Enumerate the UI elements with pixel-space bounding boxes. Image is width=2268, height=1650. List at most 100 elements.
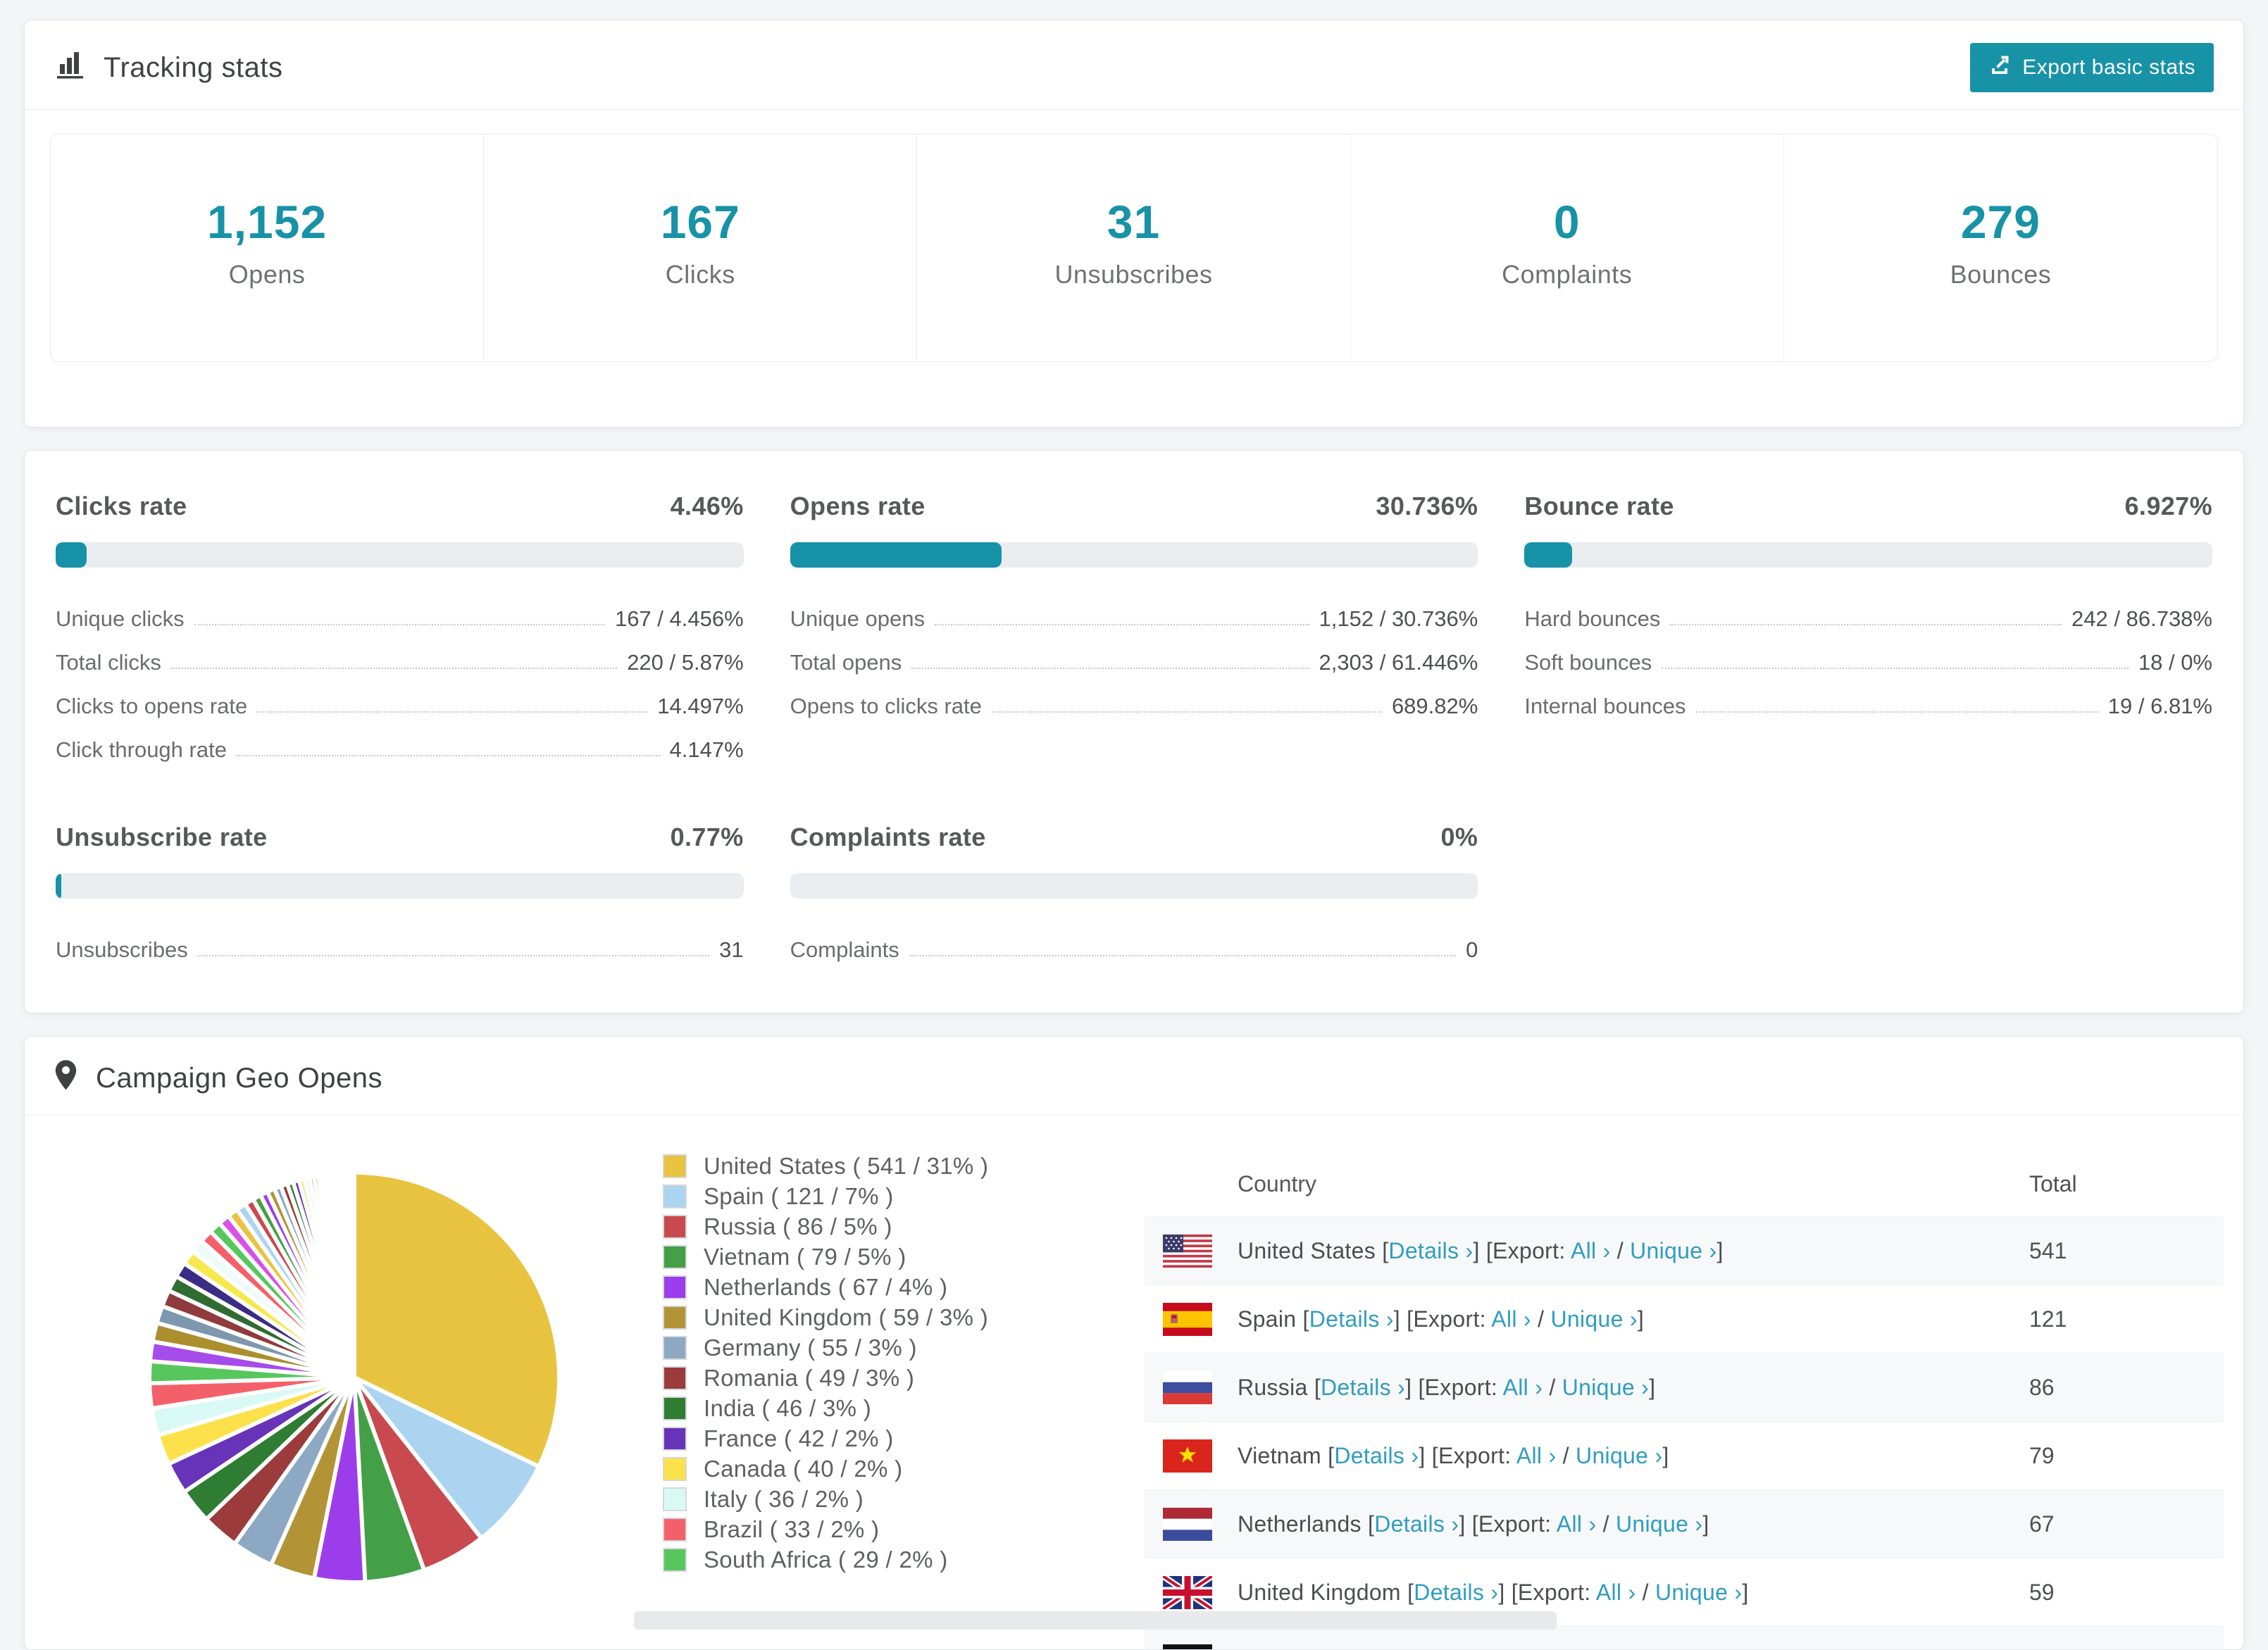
legend-item[interactable]: South Africa ( 29 / 2% ) <box>663 1544 988 1575</box>
export-unique-link[interactable]: Unique › <box>1550 1306 1637 1332</box>
export-unique-link[interactable]: Unique › <box>1562 1375 1649 1400</box>
legend-swatch <box>663 1457 687 1481</box>
export-all-link[interactable]: All › <box>1596 1580 1636 1605</box>
dotted-leader <box>1662 668 2129 669</box>
details-link[interactable]: Details › <box>1388 1238 1473 1263</box>
rate-row-value: 167 / 4.456% <box>615 606 744 632</box>
dotted-leader <box>257 711 647 713</box>
dotted-leader <box>1696 711 2098 713</box>
geo-pie-chart <box>129 1152 580 1650</box>
table-row: Germany [Details ›] [Export: All › / Uni… <box>1145 1627 2224 1650</box>
country-name: Netherlands <box>1238 1511 1362 1537</box>
stat-label: Clicks <box>484 260 916 289</box>
stat-value: 1,152 <box>51 195 483 249</box>
export-all-link[interactable]: All › <box>1491 1306 1531 1332</box>
legend-label: Vietnam ( 79 / 5% ) <box>704 1244 906 1270</box>
stat-label: Bounces <box>1784 260 2217 289</box>
page-title: Tracking stats <box>104 52 282 84</box>
progress-bar <box>790 873 1478 899</box>
geo-table-header-row: Country Total <box>1145 1152 2224 1217</box>
export-icon <box>1988 54 2011 82</box>
rate-row: Complaints0 <box>790 928 1478 972</box>
geo-legend: United States ( 541 / 31% )Spain ( 121 /… <box>663 1151 988 1650</box>
export-unique-link[interactable]: Unique › <box>1586 1648 1673 1650</box>
divider <box>25 109 2243 110</box>
details-link[interactable]: Details › <box>1321 1375 1405 1400</box>
stat-label: Complaints <box>1351 260 1783 289</box>
export-all-link[interactable]: All › <box>1571 1238 1611 1263</box>
flag-us <box>1163 1235 1212 1268</box>
legend-item[interactable]: Spain ( 121 / 7% ) <box>663 1181 988 1211</box>
rate-row-label: Total opens <box>790 650 902 675</box>
export-all-link[interactable]: All › <box>1527 1648 1567 1650</box>
export-unique-link[interactable]: Unique › <box>1616 1511 1702 1537</box>
legend-item[interactable]: Vietnam ( 79 / 5% ) <box>663 1242 988 1272</box>
export-basic-stats-button[interactable]: Export basic stats <box>1970 43 2214 92</box>
country-total: 55 <box>2029 1648 2205 1650</box>
legend-label: Canada ( 40 / 2% ) <box>704 1456 902 1482</box>
details-link[interactable]: Details › <box>1309 1306 1394 1332</box>
rate-header: Opens rate30.736% <box>790 492 1478 521</box>
legend-swatch <box>663 1487 687 1511</box>
stat-value: 167 <box>484 195 916 249</box>
legend-item[interactable]: Italy ( 36 / 2% ) <box>663 1484 988 1514</box>
rate-rows: Hard bounces242 / 86.738%Soft bounces18 … <box>1524 597 2212 728</box>
rate-value: 6.927% <box>2125 492 2213 521</box>
legend-item[interactable]: France ( 42 / 2% ) <box>663 1423 988 1454</box>
rates-card: Clicks rate4.46%Unique clicks167 / 4.456… <box>24 450 2244 1013</box>
export-unique-link[interactable]: Unique › <box>1576 1443 1662 1468</box>
export-unique-link[interactable]: Unique › <box>1630 1238 1716 1263</box>
legend-item[interactable]: Germany ( 55 / 3% ) <box>663 1332 988 1363</box>
legend-item[interactable]: Romania ( 49 / 3% ) <box>663 1363 988 1393</box>
rate-row-value: 4.147% <box>670 737 744 763</box>
export-all-link[interactable]: All › <box>1557 1511 1597 1537</box>
legend-swatch <box>663 1366 687 1390</box>
progress-bar-fill <box>56 873 61 899</box>
progress-bar <box>56 542 744 568</box>
table-row: Vietnam [Details ›] [Export: All › / Uni… <box>1145 1422 2224 1490</box>
geo-opens-title-row: Campaign Geo Opens <box>54 1059 382 1098</box>
table-row: United States [Details ›] [Export: All ›… <box>1145 1217 2224 1285</box>
rate-block: Complaints rate0%Complaints0 <box>790 823 1478 972</box>
legend-swatch <box>663 1185 687 1208</box>
rate-value: 0% <box>1440 823 1478 852</box>
rate-row-label: Soft bounces <box>1524 650 1652 675</box>
rate-rows: Unique opens1,152 / 30.736%Total opens2,… <box>790 597 1478 728</box>
rates-grid: Clicks rate4.46%Unique clicks167 / 4.456… <box>56 492 2212 972</box>
details-link[interactable]: Details › <box>1334 1443 1419 1468</box>
rate-row: Clicks to opens rate14.497% <box>56 685 744 728</box>
details-link[interactable]: Details › <box>1414 1580 1498 1605</box>
rate-block: Bounce rate6.927%Hard bounces242 / 86.73… <box>1524 492 2212 772</box>
rate-row: Internal bounces19 / 6.81% <box>1524 685 2212 728</box>
progress-bar <box>790 542 1478 568</box>
stat-cell: 0Complaints <box>1351 135 1784 361</box>
legend-swatch <box>663 1245 687 1269</box>
table-row: Russia [Details ›] [Export: All › / Uniq… <box>1145 1354 2224 1422</box>
rate-row-label: Click through rate <box>56 737 227 763</box>
dotted-leader <box>911 668 1309 669</box>
geo-opens-header: Campaign Geo Opens <box>25 1037 2243 1115</box>
legend-label: Russia ( 86 / 5% ) <box>704 1213 892 1240</box>
legend-item[interactable]: Russia ( 86 / 5% ) <box>663 1211 988 1242</box>
details-link[interactable]: Details › <box>1374 1511 1459 1537</box>
legend-label: United Kingdom ( 59 / 3% ) <box>704 1304 988 1331</box>
rate-row-label: Unique opens <box>790 606 925 632</box>
rate-row-value: 220 / 5.87% <box>627 650 743 675</box>
legend-item[interactable]: United States ( 541 / 31% ) <box>663 1151 988 1181</box>
legend-item[interactable]: Brazil ( 33 / 2% ) <box>663 1514 988 1544</box>
legend-item[interactable]: United Kingdom ( 59 / 3% ) <box>663 1302 988 1332</box>
flag-gb <box>1163 1576 1212 1609</box>
progress-bar-fill <box>1524 542 1572 568</box>
legend-item[interactable]: India ( 46 / 3% ) <box>663 1393 988 1423</box>
legend-item[interactable]: Canada ( 40 / 2% ) <box>663 1454 988 1484</box>
rate-rows: Unique clicks167 / 4.456%Total clicks220… <box>56 597 744 772</box>
rate-row-value: 2,303 / 61.446% <box>1319 650 1478 675</box>
legend-item[interactable]: Netherlands ( 67 / 4% ) <box>663 1272 988 1302</box>
geo-opens-card: Campaign Geo Opens United States ( 541 /… <box>24 1036 2244 1650</box>
export-all-link[interactable]: All › <box>1516 1443 1557 1468</box>
details-link[interactable]: Details › <box>1345 1648 1429 1650</box>
stat-label: Unsubscribes <box>917 260 1350 289</box>
export-unique-link[interactable]: Unique › <box>1655 1580 1742 1605</box>
rate-rows: Unsubscribes31 <box>56 928 744 972</box>
export-all-link[interactable]: All › <box>1503 1375 1543 1400</box>
